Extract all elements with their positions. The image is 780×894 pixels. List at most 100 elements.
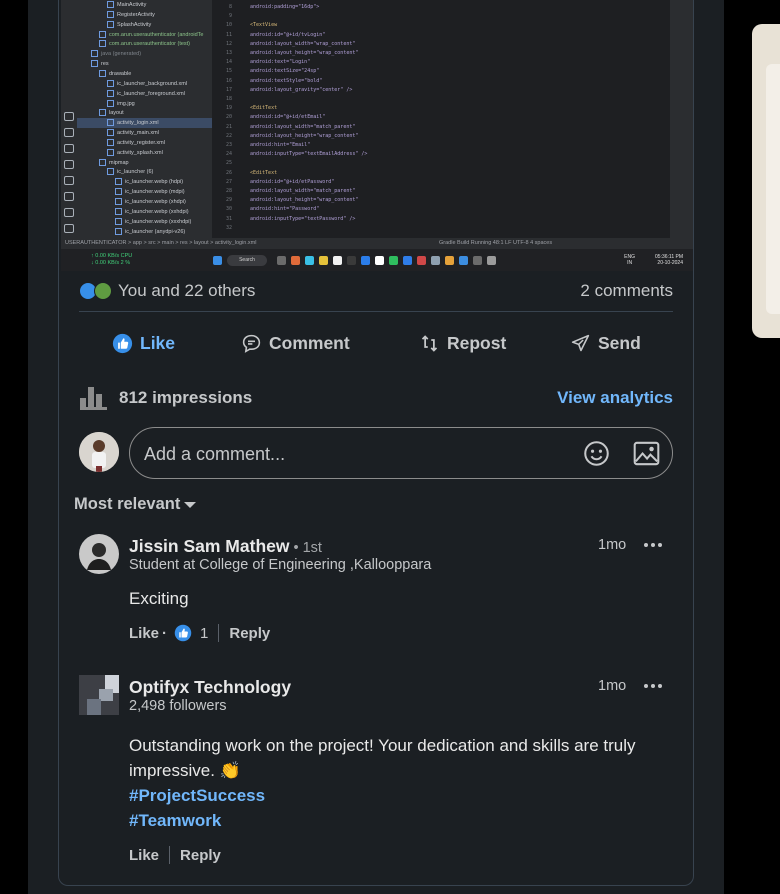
support-reaction-icon <box>94 282 112 300</box>
tree-item-label: ic_launcher_background.xml <box>117 80 188 87</box>
folder-icon <box>107 168 114 176</box>
breadcrumb: USERAUTHENTICATOR > app > src > main > r… <box>65 240 257 246</box>
line-number: 27 <box>225 178 232 185</box>
view-analytics-link[interactable]: View analytics <box>557 388 673 408</box>
repost-label: Repost <box>447 332 507 353</box>
more-options-icon[interactable] <box>642 679 664 693</box>
project-tree: MainActivity RegisterActivity SplashActivi… <box>77 0 212 238</box>
hashtag-link[interactable]: #ProjectSuccess <box>129 783 673 808</box>
company-followers: 2,498 followers <box>129 698 227 714</box>
tree-item[interactable]: activity_splash.xml <box>77 148 212 158</box>
tree-item[interactable]: RegisterActivity <box>77 10 212 20</box>
task-view-icon <box>277 256 286 265</box>
code-editor: 8 android:padding="16dp"> 9 10 <TextView 11 a… <box>212 0 670 238</box>
edge-icon <box>361 256 370 265</box>
tree-item[interactable]: mipmap <box>77 158 212 168</box>
line-number: 18 <box>225 96 232 102</box>
send-label: Send <box>598 332 641 353</box>
comment-reply-button[interactable]: Reply <box>180 847 221 864</box>
post-image-ide-screenshot[interactable]: MainActivity RegisterActivity SplashActivi… <box>61 0 693 271</box>
image-icon[interactable] <box>633 441 660 466</box>
tree-item[interactable]: activity_register.xml <box>77 138 212 148</box>
code-line: android:padding="16dp"> <box>250 4 320 10</box>
tree-item[interactable]: drawable <box>77 69 212 79</box>
add-comment-input[interactable] <box>142 440 566 468</box>
emoji-icon[interactable] <box>583 440 610 467</box>
more-options-icon[interactable] <box>642 538 664 552</box>
folder-icon <box>91 60 98 68</box>
line-number: 22 <box>225 132 232 139</box>
tree-item[interactable]: ic_launcher.webp (xxhdpi) <box>77 207 212 217</box>
connection-degree: • 1st <box>293 540 322 556</box>
tree-item-label: ic_launcher (6) <box>117 169 154 176</box>
tree-item[interactable]: ic_launcher (6) <box>77 167 212 177</box>
avatar-photo <box>79 432 119 472</box>
tree-item[interactable]: java (generated) <box>77 49 212 59</box>
company-logo[interactable] <box>79 675 119 715</box>
tree-item-label: RegisterActivity <box>117 11 155 18</box>
comment-like-button[interactable]: Like <box>129 625 159 642</box>
tree-item[interactable]: img.jpg <box>77 99 212 109</box>
sidebar-promo-card[interactable] <box>752 24 780 338</box>
code-line: <EditText <box>250 105 278 112</box>
github-icon <box>375 256 384 265</box>
divider <box>218 624 220 642</box>
tree-item[interactable]: ic_launcher.webp (hdpi) <box>77 177 212 187</box>
file-icon <box>115 217 122 225</box>
current-user-avatar[interactable] <box>79 432 119 472</box>
commenter-name[interactable]: Optifyx Technology <box>129 677 291 698</box>
tree-item-label: mipmap <box>109 159 129 166</box>
file-icon <box>115 198 122 206</box>
line-number: 10 <box>225 22 232 29</box>
tool-icon <box>64 192 74 201</box>
commenter-name[interactable]: Jissin Sam Mathew • 1st <box>129 536 322 557</box>
reaction-count[interactable]: 1 <box>200 625 208 642</box>
tree-item[interactable]: ic_launcher_foreground.xml <box>77 89 212 99</box>
repost-button[interactable]: Repost <box>419 327 506 359</box>
line-number: 13 <box>225 50 232 56</box>
comment-button[interactable]: Comment <box>241 327 350 359</box>
code-line: android:id="@+id/etEmail" <box>250 114 326 121</box>
commenter-avatar[interactable] <box>79 534 119 574</box>
tool-icon <box>64 176 74 185</box>
tree-item[interactable]: res <box>77 59 212 69</box>
comment-label: Comment <box>269 332 350 353</box>
tree-item[interactable]: activity_login.xml <box>77 118 212 129</box>
tree-item[interactable]: ic_launcher (anydpi-v26) <box>77 227 212 237</box>
tree-item[interactable]: com.arun.userauthenticator (test) <box>77 39 212 49</box>
tree-item[interactable]: layout <box>77 108 212 118</box>
tool-icon <box>64 208 74 217</box>
tree-item[interactable]: com.arun.userauthenticator (androidTe <box>77 30 212 40</box>
comment-actions: Like · 1 Reply <box>129 624 271 642</box>
social-counts: You and 22 others 2 comments <box>79 280 673 304</box>
like-button[interactable]: Like <box>112 327 175 359</box>
line-number: 25 <box>225 160 232 167</box>
code-line: android:text="Login" <box>250 59 311 66</box>
tree-item-label: MainActivity <box>117 2 147 8</box>
taskbar-clock: 05:36:11 PM 20-10-2024 <box>655 254 683 266</box>
send-button[interactable]: Send <box>570 327 641 359</box>
hashtag-link[interactable]: #Teamwork <box>129 808 673 833</box>
line-number: 23 <box>225 142 232 148</box>
tree-item[interactable]: activity_main.xml <box>77 128 212 138</box>
comments-count[interactable]: 2 comments <box>580 281 673 301</box>
comment-sort-dropdown[interactable]: Most relevant <box>74 495 197 514</box>
tree-item[interactable]: SplashActivity <box>77 20 212 30</box>
tree-item[interactable]: ic_launcher.webp (xhdpi) <box>77 197 212 207</box>
ide-right-strip <box>670 0 693 238</box>
tree-item-label: com.arun.userauthenticator (androidTe <box>109 31 204 38</box>
tree-item[interactable]: MainActivity <box>77 0 212 10</box>
tree-item[interactable]: ic_launcher_background.xml <box>77 79 212 89</box>
comment-reply-button[interactable]: Reply <box>229 625 270 642</box>
comment-like-button[interactable]: Like <box>129 847 159 864</box>
language-indicator: ENG IN <box>624 254 635 266</box>
explorer-icon <box>319 256 328 265</box>
tree-item[interactable]: ic_launcher.webp (xxxhdpi) <box>77 217 212 227</box>
code-line: android:layout_height="wrap_content" <box>250 197 359 204</box>
reactions-count[interactable]: You and 22 others <box>118 281 255 301</box>
code-line: android:layout_width="match_parent" <box>250 123 356 130</box>
line-number: 15 <box>225 68 232 75</box>
tree-item[interactable]: ic_launcher.webp (mdpi) <box>77 187 212 197</box>
tree-item-label: activity_register.xml <box>117 139 165 146</box>
line-number: 32 <box>225 224 232 231</box>
